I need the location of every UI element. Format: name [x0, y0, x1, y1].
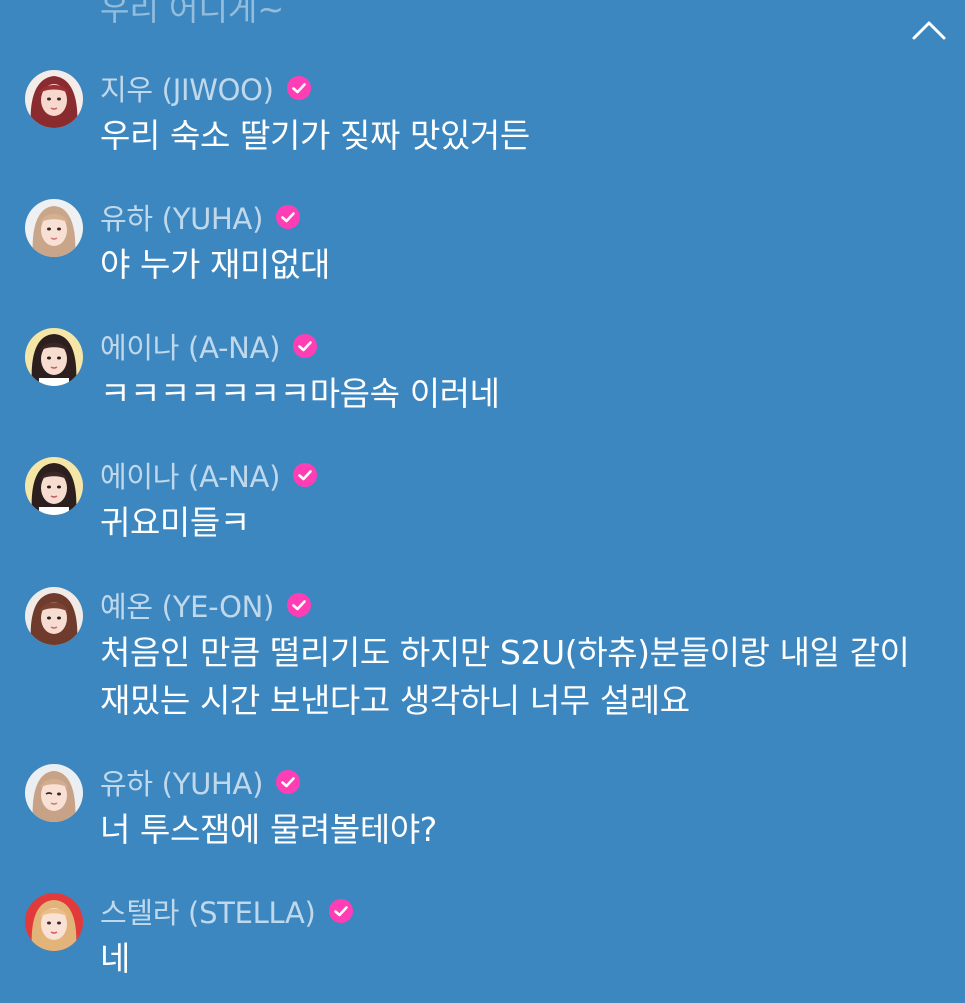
sender-name[interactable]: 에이나 (A-NA)	[100, 454, 280, 496]
verified-check-icon	[276, 770, 301, 794]
sender-name[interactable]: 스텔라 (STELLA)	[100, 890, 316, 932]
message-text: 네	[100, 939, 130, 978]
chevron-up-icon	[912, 21, 946, 40]
avatar[interactable]	[25, 199, 83, 257]
sender-name[interactable]: 유하 (YUHA)	[100, 761, 263, 803]
collapse-button[interactable]	[906, 10, 952, 50]
previous-message-fragment: 우리 어디게~	[100, 0, 285, 28]
message-text: 귀요미들ㅋ	[100, 503, 250, 542]
verified-check-icon	[293, 463, 318, 487]
avatar[interactable]	[25, 587, 83, 645]
avatar[interactable]	[25, 893, 83, 951]
verified-check-icon	[287, 593, 312, 617]
message-text: 너 투스잼에 물려볼테야?	[100, 810, 437, 849]
message-text: 처음인 만큼 떨리기도 하지만 S2U(하츄)분들이랑 내일 같이 재밌는 시간…	[100, 633, 910, 720]
message-text: 야 누가 재미없대	[100, 245, 330, 284]
verified-check-icon	[293, 334, 318, 358]
sender-name[interactable]: 예온 (YE-ON)	[100, 584, 274, 626]
avatar[interactable]	[25, 70, 83, 128]
avatar[interactable]	[25, 764, 83, 822]
message-text: 우리 숙소 딸기가 짖짜 맛있거든	[100, 116, 530, 155]
verified-check-icon	[276, 205, 301, 229]
verified-check-icon	[328, 899, 353, 923]
avatar[interactable]	[25, 328, 83, 386]
sender-name[interactable]: 에이나 (A-NA)	[100, 325, 280, 367]
avatar[interactable]	[25, 457, 83, 515]
verified-check-icon	[286, 76, 311, 100]
sender-name[interactable]: 유하 (YUHA)	[100, 196, 263, 238]
chat-message-list[interactable]: 우리 어디게~ 지우 (JIWOO) 우리 숙소 딸기가 짖짜 맛있거든 유하 …	[0, 0, 965, 1003]
message-text: ㅋㅋㅋㅋㅋㅋㅋ마음속 이러네	[100, 374, 500, 413]
sender-name[interactable]: 지우 (JIWOO)	[100, 67, 274, 109]
